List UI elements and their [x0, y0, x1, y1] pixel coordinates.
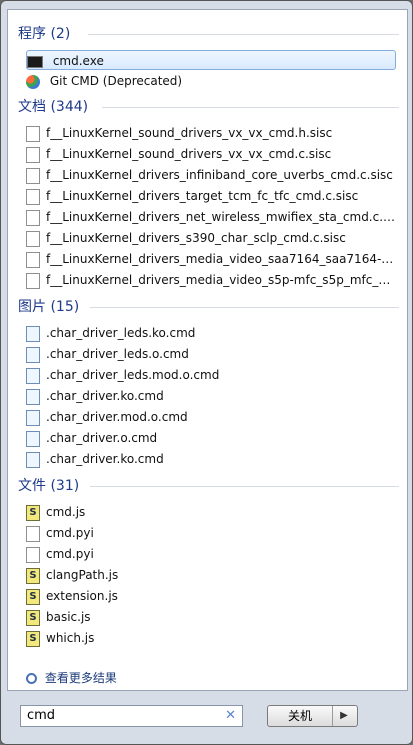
start-menu-frame: 程序 (2) cmd.exe Git CMD (Deprecated) 文档 (… — [0, 0, 413, 745]
result-item[interactable]: f__LinuxKernel_drivers_media_video_saa71… — [26, 249, 396, 269]
see-more-label: 查看更多结果 — [44, 671, 117, 685]
document-icon — [26, 125, 40, 142]
section-programs-title: 程序 (2) — [18, 26, 71, 42]
result-label: .char_driver_leds.ko.cmd — [46, 326, 196, 340]
result-label: f__LinuxKernel_sound_drivers_vx_vx_cmd.c… — [46, 147, 332, 161]
script-file-icon: S — [26, 504, 40, 521]
result-label: cmd.pyi — [46, 547, 94, 561]
image-file-icon — [26, 409, 40, 426]
result-label: clangPath.js — [46, 568, 119, 582]
result-item[interactable]: .char_driver.o.cmd — [26, 428, 396, 448]
section-divider — [102, 107, 399, 108]
section-divider — [90, 307, 399, 308]
section-pictures-title: 图片 (15) — [18, 299, 80, 315]
document-icon — [26, 146, 40, 163]
result-item[interactable]: f__LinuxKernel_drivers_target_tcm_fc_tfc… — [26, 186, 396, 206]
result-label: .char_driver.ko.cmd — [46, 452, 164, 466]
result-item[interactable]: Scmd.js — [26, 502, 396, 522]
result-item[interactable]: .char_driver_leds.mod.o.cmd — [26, 365, 396, 385]
search-results-panel: 程序 (2) cmd.exe Git CMD (Deprecated) 文档 (… — [7, 9, 408, 691]
result-label: f__LinuxKernel_drivers_media_video_saa71… — [46, 252, 396, 266]
result-label: .char_driver_leds.o.cmd — [46, 347, 189, 361]
document-icon — [26, 525, 40, 542]
result-item[interactable]: .char_driver.ko.cmd — [26, 449, 396, 469]
result-label: which.js — [46, 631, 95, 645]
result-item[interactable]: f__LinuxKernel_sound_drivers_vx_vx_cmd.c… — [26, 144, 396, 164]
document-icon — [26, 230, 40, 247]
result-label: cmd.js — [46, 505, 86, 519]
result-item[interactable]: f__LinuxKernel_sound_drivers_vx_vx_cmd.h… — [26, 123, 396, 143]
cmd-icon — [27, 55, 43, 68]
image-file-icon — [26, 367, 40, 384]
result-label: f__LinuxKernel_sound_drivers_vx_vx_cmd.h… — [46, 126, 333, 140]
result-label: .char_driver.o.cmd — [46, 431, 158, 445]
document-icon — [26, 188, 40, 205]
result-label: f__LinuxKernel_drivers_infiniband_core_u… — [46, 168, 393, 182]
result-label: f__LinuxKernel_drivers_target_tcm_fc_tfc… — [46, 189, 359, 203]
result-item[interactable]: Swhich.js — [26, 628, 396, 648]
result-item[interactable]: f__LinuxKernel_drivers_media_video_s5p-m… — [26, 270, 396, 290]
result-item[interactable]: SclangPath.js — [26, 565, 396, 585]
result-item[interactable]: .char_driver_leds.o.cmd — [26, 344, 396, 364]
result-item-git-cmd[interactable]: Git CMD (Deprecated) — [26, 71, 396, 91]
script-file-icon: S — [26, 588, 40, 605]
image-file-icon — [26, 346, 40, 363]
result-item[interactable]: .char_driver_leds.ko.cmd — [26, 323, 396, 343]
git-icon — [26, 74, 40, 89]
shutdown-options-arrow-icon[interactable]: ▶ — [331, 706, 357, 726]
shutdown-button[interactable]: 关机 ▶ — [267, 705, 358, 727]
section-divider — [88, 34, 399, 35]
result-label: cmd.exe — [52, 54, 104, 68]
search-input-value: cmd — [27, 708, 56, 723]
search-icon — [26, 673, 37, 684]
result-item[interactable]: .char_driver.mod.o.cmd — [26, 407, 396, 427]
image-file-icon — [26, 430, 40, 447]
section-divider — [90, 486, 399, 487]
document-icon — [26, 209, 40, 226]
result-label: f__LinuxKernel_drivers_s390_char_sclp_cm… — [46, 231, 346, 245]
result-item[interactable]: f__LinuxKernel_drivers_s390_char_sclp_cm… — [26, 228, 396, 248]
clear-search-icon[interactable]: ✕ — [225, 706, 236, 726]
shutdown-label: 关机 — [268, 706, 333, 726]
result-label: extension.js — [46, 589, 118, 603]
search-input[interactable]: cmd ✕ — [20, 705, 243, 727]
result-item[interactable]: cmd.pyi — [26, 544, 396, 564]
result-item[interactable]: .char_driver.ko.cmd — [26, 386, 396, 406]
section-files-title: 文件 (31) — [18, 478, 80, 494]
image-file-icon — [26, 388, 40, 405]
result-label: .char_driver.ko.cmd — [46, 389, 164, 403]
section-documents-title: 文档 (344) — [18, 99, 89, 115]
result-item-cmd-exe[interactable]: cmd.exe — [26, 50, 396, 70]
image-file-icon — [26, 451, 40, 468]
result-label: .char_driver_leds.mod.o.cmd — [46, 368, 220, 382]
document-icon — [26, 546, 40, 563]
result-item[interactable]: cmd.pyi — [26, 523, 396, 543]
document-icon — [26, 272, 40, 289]
script-file-icon: S — [26, 630, 40, 647]
result-item[interactable]: Sextension.js — [26, 586, 396, 606]
script-file-icon: S — [26, 609, 40, 626]
result-label: f__LinuxKernel_drivers_net_wireless_mwif… — [46, 210, 396, 224]
result-label: cmd.pyi — [46, 526, 94, 540]
result-label: Git CMD (Deprecated) — [49, 74, 183, 88]
document-icon — [26, 251, 40, 268]
image-file-icon — [26, 325, 40, 342]
result-label: .char_driver.mod.o.cmd — [46, 410, 188, 424]
result-label: basic.js — [46, 610, 91, 624]
result-item[interactable]: f__LinuxKernel_drivers_infiniband_core_u… — [26, 165, 396, 185]
script-file-icon: S — [26, 567, 40, 584]
document-icon — [26, 167, 40, 184]
see-more-results-link[interactable]: 查看更多结果 — [26, 669, 117, 686]
result-item[interactable]: f__LinuxKernel_drivers_net_wireless_mwif… — [26, 207, 396, 227]
result-item[interactable]: Sbasic.js — [26, 607, 396, 627]
result-label: f__LinuxKernel_drivers_media_video_s5p-m… — [46, 273, 396, 287]
